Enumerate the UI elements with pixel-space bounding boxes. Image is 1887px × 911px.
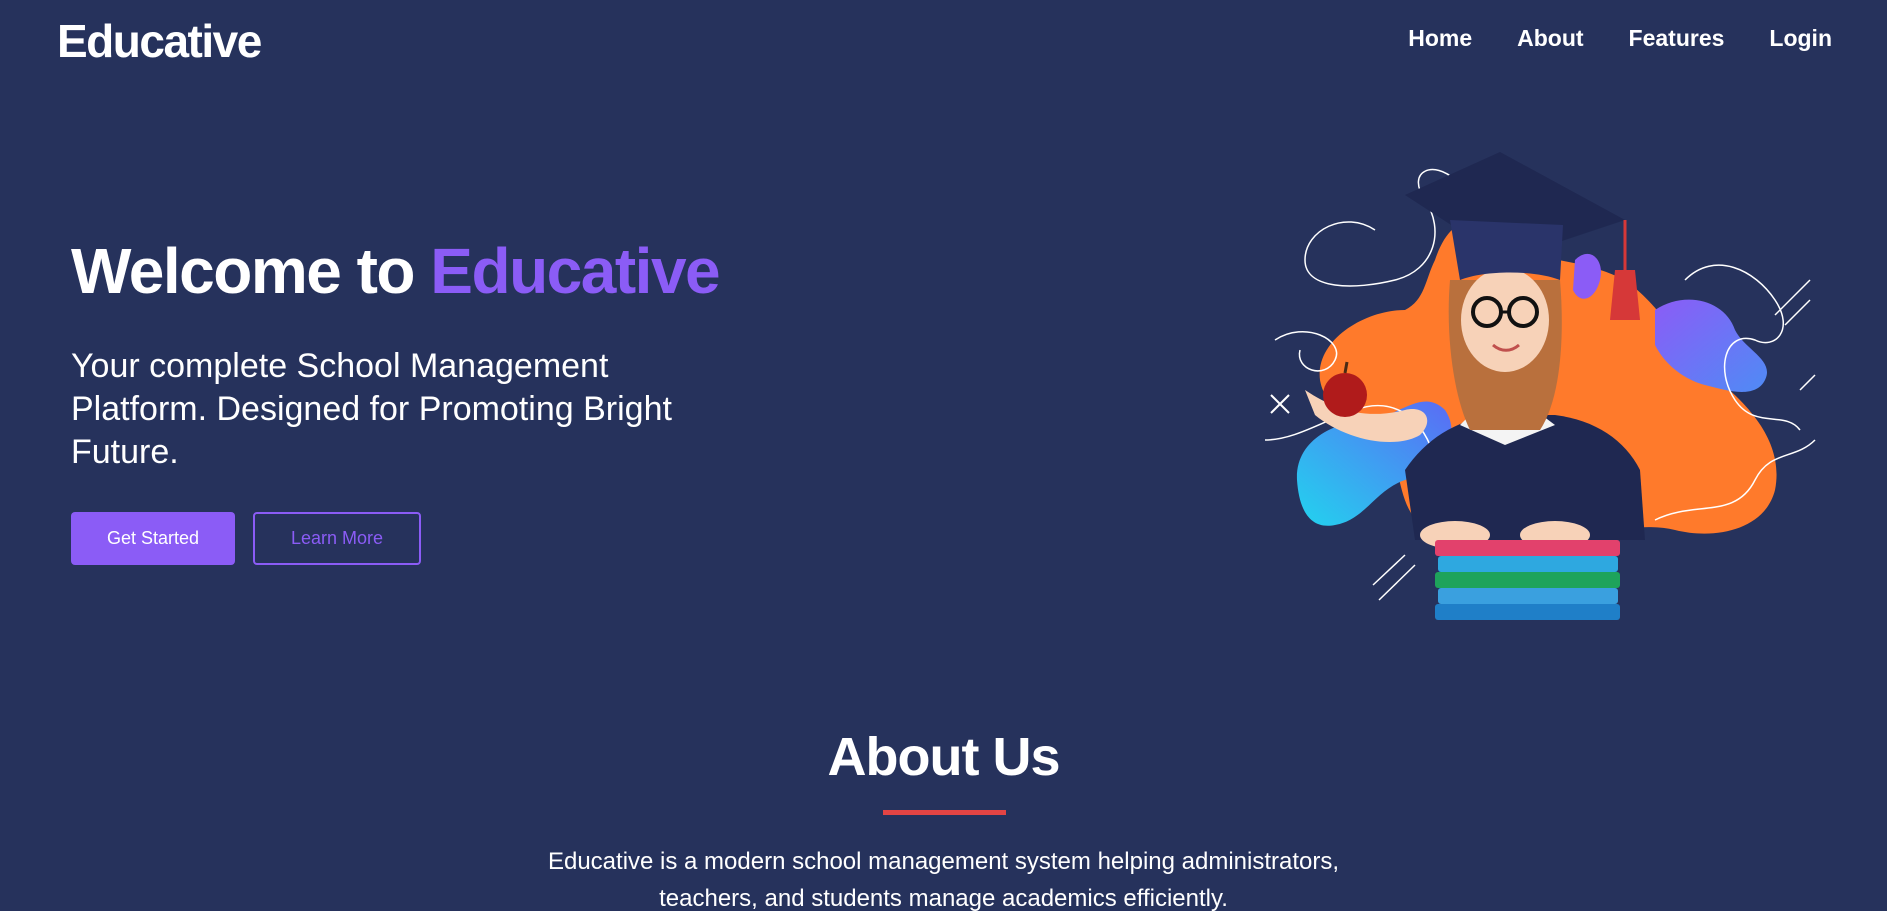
brand-logo[interactable]: Educative xyxy=(57,14,262,68)
about-title-underline xyxy=(883,810,1006,815)
learn-more-button[interactable]: Learn More xyxy=(253,512,421,565)
hero-subtitle: Your complete School Management Platform… xyxy=(71,347,672,471)
hero-title-prefix: Welcome to xyxy=(71,235,431,307)
get-started-button[interactable]: Get Started xyxy=(71,512,235,565)
nav-link-home[interactable]: Home xyxy=(1408,25,1472,52)
hero-title-accent: Educative xyxy=(430,235,720,307)
navbar: Educative Home About Features Login xyxy=(0,0,1887,80)
about-title: About Us xyxy=(827,727,1061,787)
about-text: Educative is a modern school management … xyxy=(547,848,1340,911)
nav-link-features[interactable]: Features xyxy=(1629,25,1725,52)
hero-title: Welcome to Educative xyxy=(71,234,721,308)
landing-page: Educative Home About Features Login Welc… xyxy=(0,0,1887,911)
nav-links: Home About Features Login xyxy=(1408,25,1832,52)
nav-link-login[interactable]: Login xyxy=(1769,25,1832,52)
nav-link-about[interactable]: About xyxy=(1517,25,1583,52)
graduate-girl-illustration xyxy=(1264,152,1816,620)
